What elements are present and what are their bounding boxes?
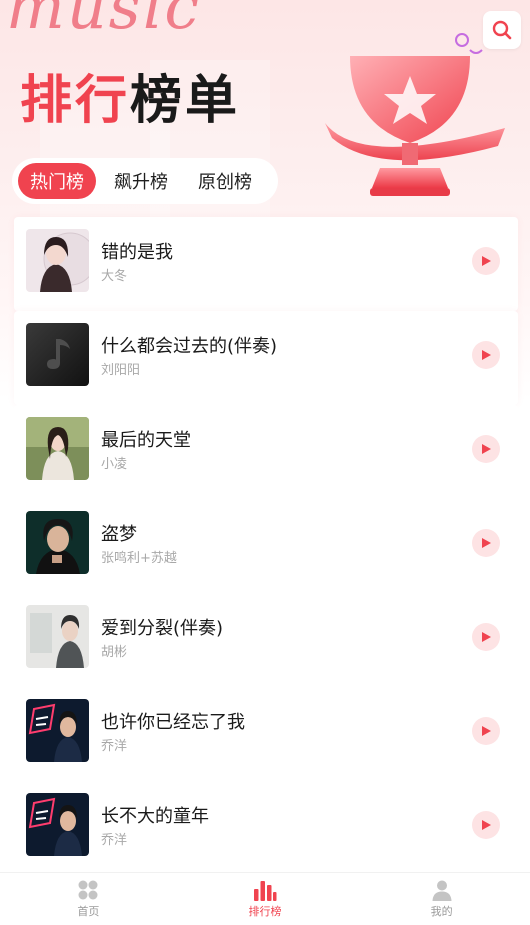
list-item[interactable]: 错的是我 大冬: [14, 217, 518, 311]
banner-script-text: music: [6, 0, 202, 43]
list-item[interactable]: 也许你已经忘了我 乔洋: [14, 687, 518, 781]
song-list: 错的是我 大冬 什么都会过去的(伴奏) 刘阳阳 最后的天堂 小凌 盗梦 张鸣利+…: [14, 217, 518, 875]
tabbar-label: 首页: [77, 905, 100, 918]
chart-tabs: 热门榜 飙升榜 原创榜: [12, 158, 278, 204]
song-artist: 大冬: [101, 269, 128, 284]
song-title: 什么都会过去的(伴奏): [101, 336, 278, 357]
tabbar-item-mine[interactable]: 我的: [353, 873, 530, 925]
song-artist: 胡彬: [101, 645, 128, 660]
play-button[interactable]: [472, 247, 500, 275]
play-button[interactable]: [472, 717, 500, 745]
tabbar-label: 排行榜: [248, 905, 282, 918]
album-cover: [26, 605, 89, 668]
play-button[interactable]: [472, 811, 500, 839]
play-icon: [482, 820, 491, 830]
list-item[interactable]: 爱到分裂(伴奏) 胡彬: [14, 593, 518, 687]
tabbar-label: 我的: [430, 905, 453, 918]
song-artist: 刘阳阳: [101, 363, 141, 378]
tabbar-item-home[interactable]: 首页: [0, 873, 177, 925]
tabbar-item-charts[interactable]: 排行榜: [177, 873, 354, 925]
play-icon: [482, 726, 491, 736]
album-cover: [26, 699, 89, 762]
tab-hot[interactable]: 热门榜: [18, 163, 96, 199]
chart-bars-icon: [254, 881, 277, 901]
play-icon: [482, 632, 491, 642]
list-item[interactable]: 最后的天堂 小凌: [14, 405, 518, 499]
trophy-illustration: [325, 33, 505, 196]
play-icon: [482, 538, 491, 548]
song-title: 长不大的童年: [101, 806, 209, 827]
song-title: 错的是我: [101, 242, 173, 263]
song-title: 最后的天堂: [101, 430, 191, 451]
album-cover: [26, 229, 89, 292]
song-artist: 小凌: [101, 457, 128, 472]
play-button[interactable]: [472, 623, 500, 651]
play-button[interactable]: [472, 529, 500, 557]
user-icon: [432, 880, 452, 901]
list-item[interactable]: 长不大的童年 乔洋: [14, 781, 518, 875]
list-item[interactable]: 什么都会过去的(伴奏) 刘阳阳: [14, 311, 518, 405]
tab-rising[interactable]: 飙升榜: [102, 163, 180, 199]
play-icon: [482, 256, 491, 266]
play-icon: [482, 444, 491, 454]
album-cover: [26, 511, 89, 574]
bottom-tab-bar: 首页 排行榜 我的: [0, 872, 530, 925]
tab-original[interactable]: 原创榜: [186, 163, 264, 199]
play-button[interactable]: [472, 435, 500, 463]
song-title: 盗梦: [101, 524, 137, 545]
page-title: 排行榜单: [20, 66, 240, 136]
song-artist: 乔洋: [101, 739, 128, 754]
page-title-main: 榜单: [130, 71, 241, 131]
page-title-highlight: 排行: [20, 71, 131, 131]
album-cover: [26, 323, 89, 386]
list-item[interactable]: 盗梦 张鸣利+苏越: [14, 499, 518, 593]
song-artist: 乔洋: [101, 833, 128, 848]
play-button[interactable]: [472, 341, 500, 369]
play-icon: [482, 350, 491, 360]
song-artist: 张鸣利+苏越: [101, 551, 177, 566]
song-title: 爱到分裂(伴奏): [101, 618, 224, 639]
grid-icon: [78, 880, 98, 900]
song-title: 也许你已经忘了我: [101, 712, 245, 733]
album-cover: [26, 417, 89, 480]
album-cover: [26, 793, 89, 856]
